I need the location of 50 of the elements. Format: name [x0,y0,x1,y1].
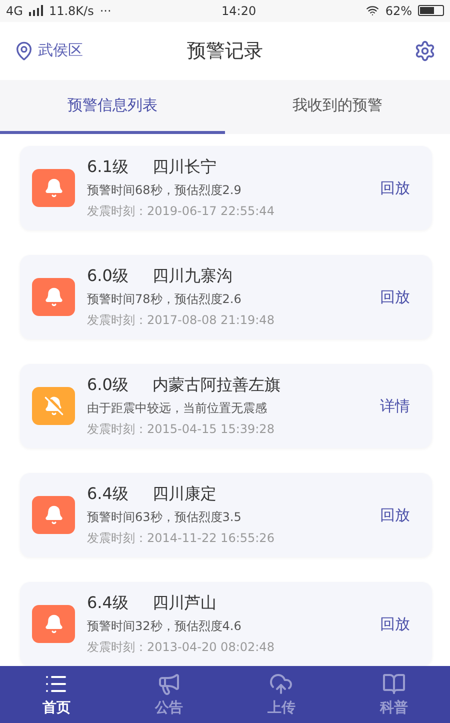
location-name: 四川芦山 [152,592,216,614]
magnitude: 6.0级 [87,374,128,396]
signal-icon [28,5,43,16]
book-icon [382,672,406,696]
warning-detail: 预警时间68秒，预估烈度2.9 [87,182,242,199]
warning-detail: 预警时间78秒，预估烈度2.6 [87,290,242,308]
action-link[interactable]: 回放 [380,614,410,634]
magnitude: 6.4级 [87,592,128,614]
network-type: 4G [6,4,23,18]
settings-icon[interactable] [414,40,436,62]
more-indicator: ··· [100,4,112,18]
location-pin-icon[interactable] [14,40,34,61]
location-name: 内蒙古阿拉善左旗 [152,374,280,396]
network-speed: 11.8K/s [48,4,94,18]
tab[interactable]: 我收到的预警 [225,80,450,134]
magnitude: 6.4级 [87,484,128,505]
megaphone-icon [156,672,181,696]
battery-percent: 62% [385,4,412,18]
nav-label: 公告 [154,699,183,718]
action-link[interactable]: 回放 [380,506,410,525]
quake-time: 发震时刻：2017-08-08 21:19:48 [87,312,276,329]
magnitude: 6.0级 [87,266,128,287]
bell-icon [44,287,64,308]
action-link[interactable]: 回放 [380,288,410,307]
action-link[interactable]: 详情 [380,396,410,416]
bell-icon [44,614,64,634]
quake-time: 发震时刻：2014-11-22 16:55:26 [87,530,276,547]
bell-off-icon [44,396,64,416]
nav-tab[interactable]: 首页 [0,666,112,723]
warning-detail: 预警时间63秒，预估烈度3.5 [87,508,242,526]
action-link[interactable]: 回放 [380,178,410,198]
location-label[interactable]: 武侯区 [38,41,83,60]
bell-icon [44,178,64,198]
quake-time: 发震时刻：2013-04-20 08:02:48 [87,638,276,656]
clock: 14:20 [222,4,256,18]
page-title: 预警记录 [187,40,263,62]
quake-time: 发震时刻：2015-04-15 15:39:28 [87,420,276,438]
magnitude: 6.1级 [87,156,128,178]
warning-detail: 预警时间32秒，预估烈度4.6 [87,618,242,635]
nav-label: 上传 [267,699,296,718]
location-name: 四川长宁 [152,156,216,178]
warning-detail: 由于距震中较远，当前位置无震感 [87,400,268,417]
upload-icon [269,672,294,696]
location-name: 四川康定 [152,484,216,505]
location-name: 四川九寨沟 [152,266,232,287]
battery-icon [418,5,444,16]
nav-label: 科普 [380,699,408,718]
bell-icon [44,505,64,526]
quake-time: 发震时刻：2019-06-17 22:55:44 [87,202,276,220]
nav-label: 首页 [42,699,70,718]
